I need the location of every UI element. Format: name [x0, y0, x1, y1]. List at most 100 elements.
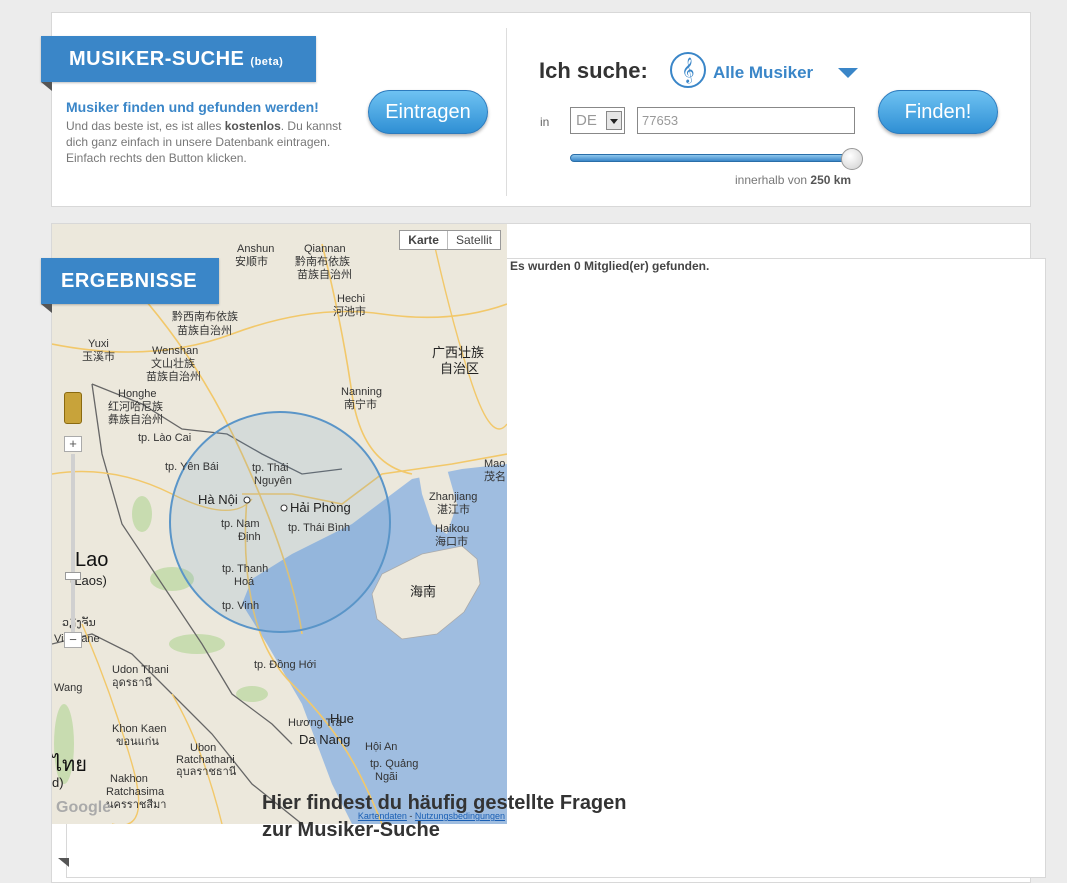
map-label: Hải Phòng — [290, 500, 351, 515]
search-section-title: MUSIKER-SUCHE — [69, 48, 245, 70]
map-label: ขอนแก่น — [116, 736, 159, 748]
chevron-down-icon[interactable] — [838, 68, 858, 78]
map-label: Ratchasima — [106, 786, 165, 798]
beta-badge: (beta) — [250, 56, 284, 68]
map-label: 苗族自治州 — [177, 323, 232, 337]
map-label: Wang — [54, 682, 82, 694]
map-label: Anshun — [237, 243, 274, 255]
zip-code-input[interactable] — [637, 107, 855, 134]
street-view-pegman-icon[interactable] — [64, 392, 82, 424]
map-label: Khon Kaen — [112, 723, 166, 735]
map[interactable]: Anshun 安顺市 Qiannan 黔南布依族 苗族自治州 黔西南布依族 苗族… — [52, 224, 507, 824]
faq-heading[interactable]: Hier findest du häufig gestellte Fragen … — [262, 790, 702, 844]
map-label: Haikou — [435, 523, 469, 535]
map-label: tp. Thái Bình — [288, 522, 350, 534]
map-label: Mao — [484, 458, 505, 470]
map-label: Nakhon — [110, 773, 148, 785]
map-label: 自治区 — [440, 361, 479, 376]
forest-area — [236, 686, 268, 702]
ribbon-fold — [41, 82, 52, 91]
map-label: Qiannan — [304, 243, 346, 255]
map-label: 河池市 — [333, 304, 366, 318]
map-label: tp. Đồng Hới — [254, 659, 316, 671]
map-label: tp. Nam — [221, 518, 260, 530]
map-label: ວຽງຈັນ — [62, 616, 96, 629]
ribbon-fold — [58, 858, 69, 867]
map-label: d) — [52, 775, 64, 790]
zoom-in-button[interactable]: + — [64, 436, 82, 452]
radius-slider-track[interactable] — [570, 154, 862, 162]
find-button[interactable]: Finden! — [878, 90, 998, 134]
map-label: 文山壮族 — [151, 356, 195, 370]
map-label: 苗族自治州 — [146, 369, 201, 383]
results-section-ribbon: ERGEBNISSE — [41, 258, 219, 304]
map-label: Da Nang — [299, 732, 350, 747]
map-label: Nguyên — [254, 475, 292, 487]
map-label: 苗族自治州 — [297, 267, 352, 281]
map-label: Udon Thani — [112, 664, 169, 676]
map-label: Hoá — [234, 576, 255, 588]
country-select-value: DE — [576, 112, 597, 129]
radius-text: innerhalb von 250 km — [735, 173, 851, 187]
map-label: อุดรธานี — [112, 676, 153, 689]
map-label: 湛江市 — [437, 502, 470, 516]
map-type-satellite[interactable]: Satellit — [448, 231, 500, 249]
zoom-slider-track[interactable] — [71, 454, 75, 644]
intro-text-start: Und das beste ist, es ist alles — [66, 119, 225, 133]
map-label: 南宁市 — [344, 397, 377, 411]
map-label: 海南 — [410, 584, 436, 599]
map-label: Wenshan — [152, 345, 198, 357]
results-count: Es wurden 0 Mitglied(er) gefunden. — [510, 259, 710, 273]
radius-slider-handle[interactable] — [841, 148, 863, 170]
map-label: 彝族自治州 — [108, 412, 163, 426]
map-label: Ubon — [190, 742, 216, 754]
road — [431, 233, 507, 430]
map-label: tp. Thanh — [222, 563, 268, 575]
instrument-select[interactable]: Alle Musiker — [713, 63, 813, 83]
forest-area — [132, 496, 152, 532]
map-label: อุบลราชธานี — [176, 765, 237, 778]
map-label: Hội An — [365, 741, 397, 753]
map-label: ไทย — [52, 753, 87, 776]
country-select[interactable]: DE — [570, 107, 625, 134]
map-label: 茂名 — [484, 469, 506, 483]
ribbon-fold — [41, 304, 52, 313]
map-label: 黔南布依族 — [295, 254, 350, 268]
results-section-title: ERGEBNISSE — [61, 270, 198, 292]
in-label: in — [540, 115, 550, 129]
map-label: Định — [238, 531, 261, 543]
map-label: Hương Trà — [288, 717, 343, 729]
map-label: tp. Yên Bái — [165, 461, 219, 473]
zoom-slider-handle[interactable] — [65, 572, 81, 580]
map-label: 红河哈尼族 — [108, 399, 163, 413]
register-button[interactable]: Eintragen — [368, 90, 488, 134]
intro-title: Musiker finden und gefunden werden! — [66, 99, 319, 115]
map-label: tp. Vinh — [222, 600, 259, 612]
dropdown-arrow-icon[interactable] — [606, 111, 622, 130]
faq-heading-line2[interactable]: zur Musiker-Suche — [262, 817, 702, 844]
map-label: 广西壮族 — [432, 345, 484, 360]
map-label: Lao — [75, 549, 108, 571]
radius-prefix: innerhalb von — [735, 173, 808, 187]
map-label: Hechi — [337, 293, 365, 305]
treble-clef-icon[interactable]: 𝄞 — [670, 52, 706, 88]
map-label: Honghe — [118, 388, 157, 400]
faq-heading-line1[interactable]: Hier findest du häufig gestellte Fragen — [262, 790, 702, 817]
map-label: นครราชสีมา — [106, 798, 166, 811]
map-label: Ratchathani — [176, 754, 235, 766]
panel-divider — [506, 28, 507, 196]
zoom-out-button[interactable]: − — [64, 632, 82, 648]
map-type-control[interactable]: Karte Satellit — [399, 230, 501, 250]
search-radius-circle — [169, 411, 391, 633]
map-label: tp. Lào Cai — [138, 432, 191, 444]
intro-text-bold: kostenlos — [224, 119, 281, 133]
map-type-karte[interactable]: Karte — [400, 231, 448, 249]
map-label: Ngãi — [375, 771, 398, 783]
map-label: Hà Nội — [198, 492, 238, 507]
radius-value: 250 km — [810, 173, 852, 187]
map-label: tp. Quảng — [370, 758, 418, 770]
map-label: 黔西南布依族 — [172, 309, 238, 323]
map-label: tp. Thái — [252, 462, 289, 474]
map-label: Zhanjiang — [429, 491, 477, 503]
intro-text: Und das beste ist, es ist alles kostenlo… — [66, 118, 346, 166]
